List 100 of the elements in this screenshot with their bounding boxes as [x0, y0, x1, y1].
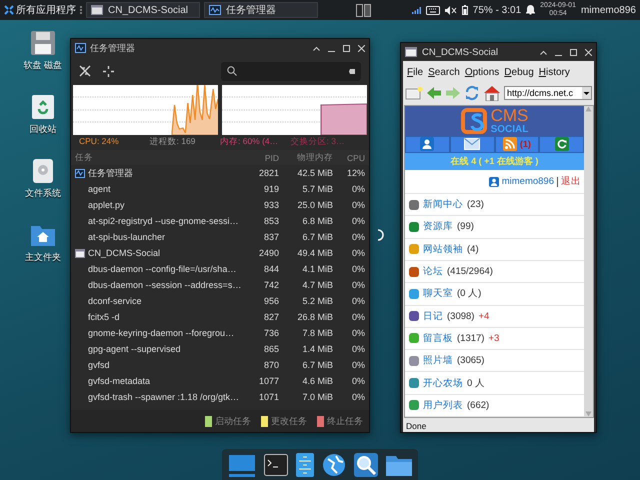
- cpu-cell-text: 0%: [350, 264, 365, 274]
- process-name: dbus-daemon --session --address=s…: [88, 280, 242, 290]
- nav-tile[interactable]: [450, 136, 494, 154]
- bell-icon[interactable]: [526, 5, 536, 15]
- pid-cell-text: 837: [262, 232, 279, 242]
- notification-count: (1): [520, 139, 531, 150]
- process-name: gnome-keyring-daemon --foregrou…: [88, 328, 234, 338]
- process-name: at-spi2-registryd --use-gnome-sessi…: [88, 216, 239, 226]
- maximize-icon[interactable]: [570, 48, 577, 56]
- address-field[interactable]: http://dcms.net.c: [504, 86, 592, 100]
- process-name: agent: [88, 184, 111, 194]
- memory-usage-text: 内存: 60% (4…: [220, 136, 280, 148]
- online-count: 在线 4 ( +1 在线游客 ): [405, 153, 584, 170]
- file-cabinet-icon[interactable]: [296, 452, 314, 476]
- memory-cell-text: 1.4 MiB: [301, 344, 333, 354]
- process-name: 任务管理器: [88, 166, 133, 180]
- logo-subtext: SOCIAL: [490, 124, 528, 135]
- memory-cell-text: 6.7 MiB: [301, 232, 333, 242]
- drag-handle-icon[interactable]: [80, 6, 82, 14]
- keyboard-icon[interactable]: [426, 6, 440, 14]
- drive-icon: [30, 158, 56, 184]
- section-link[interactable]: 日记: [423, 310, 443, 323]
- pid-cell-text: 919: [262, 184, 279, 194]
- activity-graph-icon: [209, 5, 221, 15]
- speaker-muted-icon[interactable]: [444, 6, 457, 14]
- menu-item[interactable]: History: [538, 66, 570, 78]
- battery-icon[interactable]: [462, 5, 468, 15]
- desktop-icon-label[interactable]: 回收站: [30, 123, 56, 136]
- close-icon[interactable]: [358, 44, 365, 52]
- search-icon: [227, 66, 237, 76]
- pid-cell-text: 865: [262, 344, 279, 354]
- terminal-icon[interactable]: [264, 454, 288, 476]
- menu-item[interactable]: Search: [428, 66, 460, 78]
- section-count: (3098): [447, 310, 474, 322]
- rss-icon: [502, 137, 517, 152]
- section-link[interactable]: 资源库: [423, 220, 453, 234]
- search-field[interactable]: [221, 62, 361, 80]
- process-name: dbus-daemon --config-file=/usr/sha…: [88, 264, 236, 274]
- home-icon[interactable]: [483, 85, 501, 101]
- desktop-icon-label[interactable]: 软盘 磁盘: [24, 59, 62, 72]
- column-header[interactable]: CPU: [337, 152, 365, 162]
- magnifier-icon[interactable]: [354, 452, 378, 476]
- taskbar-task[interactable]: CN_DCMS-Social: [86, 2, 200, 18]
- pid-cell-text: 2490: [258, 248, 279, 258]
- section-link[interactable]: 聊天室: [423, 287, 453, 300]
- column-header[interactable]: 物理内存: [283, 152, 333, 164]
- maximize-icon[interactable]: [343, 44, 350, 52]
- section-link[interactable]: 开心农场: [423, 376, 463, 390]
- pid-cell-text: 853: [262, 216, 279, 226]
- person-icon: [420, 137, 434, 152]
- clear-icon: [349, 68, 355, 74]
- signal-icon[interactable]: [410, 6, 421, 14]
- cpu-cell-text: 0%: [350, 280, 365, 290]
- chevron-up-icon[interactable]: [540, 50, 547, 54]
- desktop-icon-label[interactable]: 文件系统: [25, 187, 61, 200]
- desktop-icon-label[interactable]: 主文件夹: [25, 251, 61, 264]
- memory-cell-text: 4.6 MiB: [301, 376, 333, 386]
- nav-tile[interactable]: [539, 136, 584, 154]
- pid-cell-text: 742: [262, 280, 279, 290]
- workspace-switcher-icon[interactable]: [356, 4, 372, 16]
- refresh-icon[interactable]: [464, 85, 480, 101]
- menu-item[interactable]: File: [407, 66, 424, 78]
- user-name[interactable]: mimemo896: [580, 4, 636, 16]
- process-name: dconf-service: [88, 296, 142, 306]
- settings-icon[interactable]: [79, 65, 91, 77]
- window-icon: [75, 248, 85, 258]
- cpu-cell-text: 0%: [350, 200, 365, 210]
- close-icon[interactable]: [585, 48, 592, 56]
- section-link[interactable]: 留言板: [423, 332, 453, 345]
- column-header[interactable]: PID: [247, 152, 279, 162]
- user-link[interactable]: mimemo896: [502, 176, 554, 188]
- desktop-icon[interactable]: [228, 452, 256, 476]
- process-name: fcitx5 -d: [88, 312, 120, 322]
- column-header[interactable]: 任务: [75, 152, 243, 164]
- memory-cell-text: 5.2 MiB: [301, 296, 333, 306]
- window-title: 任务管理器: [90, 42, 136, 54]
- cpu-cell-text: 0%: [350, 376, 365, 386]
- crosshair-icon[interactable]: [103, 66, 114, 76]
- window-icon: [91, 5, 103, 15]
- folder-icon[interactable]: [386, 454, 412, 476]
- section-link[interactable]: 用户列表: [423, 398, 463, 412]
- process-name: gvfsd: [88, 360, 110, 370]
- applications-menu[interactable]: 所有应用程序: [4, 3, 76, 17]
- pid-cell-text: 844: [262, 264, 279, 274]
- menu-item[interactable]: Options: [464, 66, 500, 78]
- section-link[interactable]: 照片墙: [423, 354, 453, 368]
- process-count-text: 进程数: 169: [150, 136, 196, 148]
- cpu-cell-text: 0%: [350, 296, 365, 306]
- section-link[interactable]: 网站领袖: [423, 242, 463, 256]
- nav-tile[interactable]: [405, 136, 450, 154]
- activity-graph-icon: [75, 43, 86, 53]
- section-link[interactable]: 新闻中心: [423, 198, 463, 212]
- chevron-up-icon[interactable]: [313, 46, 320, 50]
- cpu-cell-text: 0%: [350, 328, 365, 338]
- menu-item[interactable]: Debug: [504, 66, 534, 78]
- logout-link[interactable]: 退出: [561, 175, 581, 188]
- section-link[interactable]: 论坛: [423, 265, 443, 278]
- cpu-cell-text: 12%: [346, 168, 365, 178]
- taskbar-task[interactable]: 任务管理器: [204, 2, 318, 18]
- process-name: gpg-agent --supervised: [88, 344, 181, 354]
